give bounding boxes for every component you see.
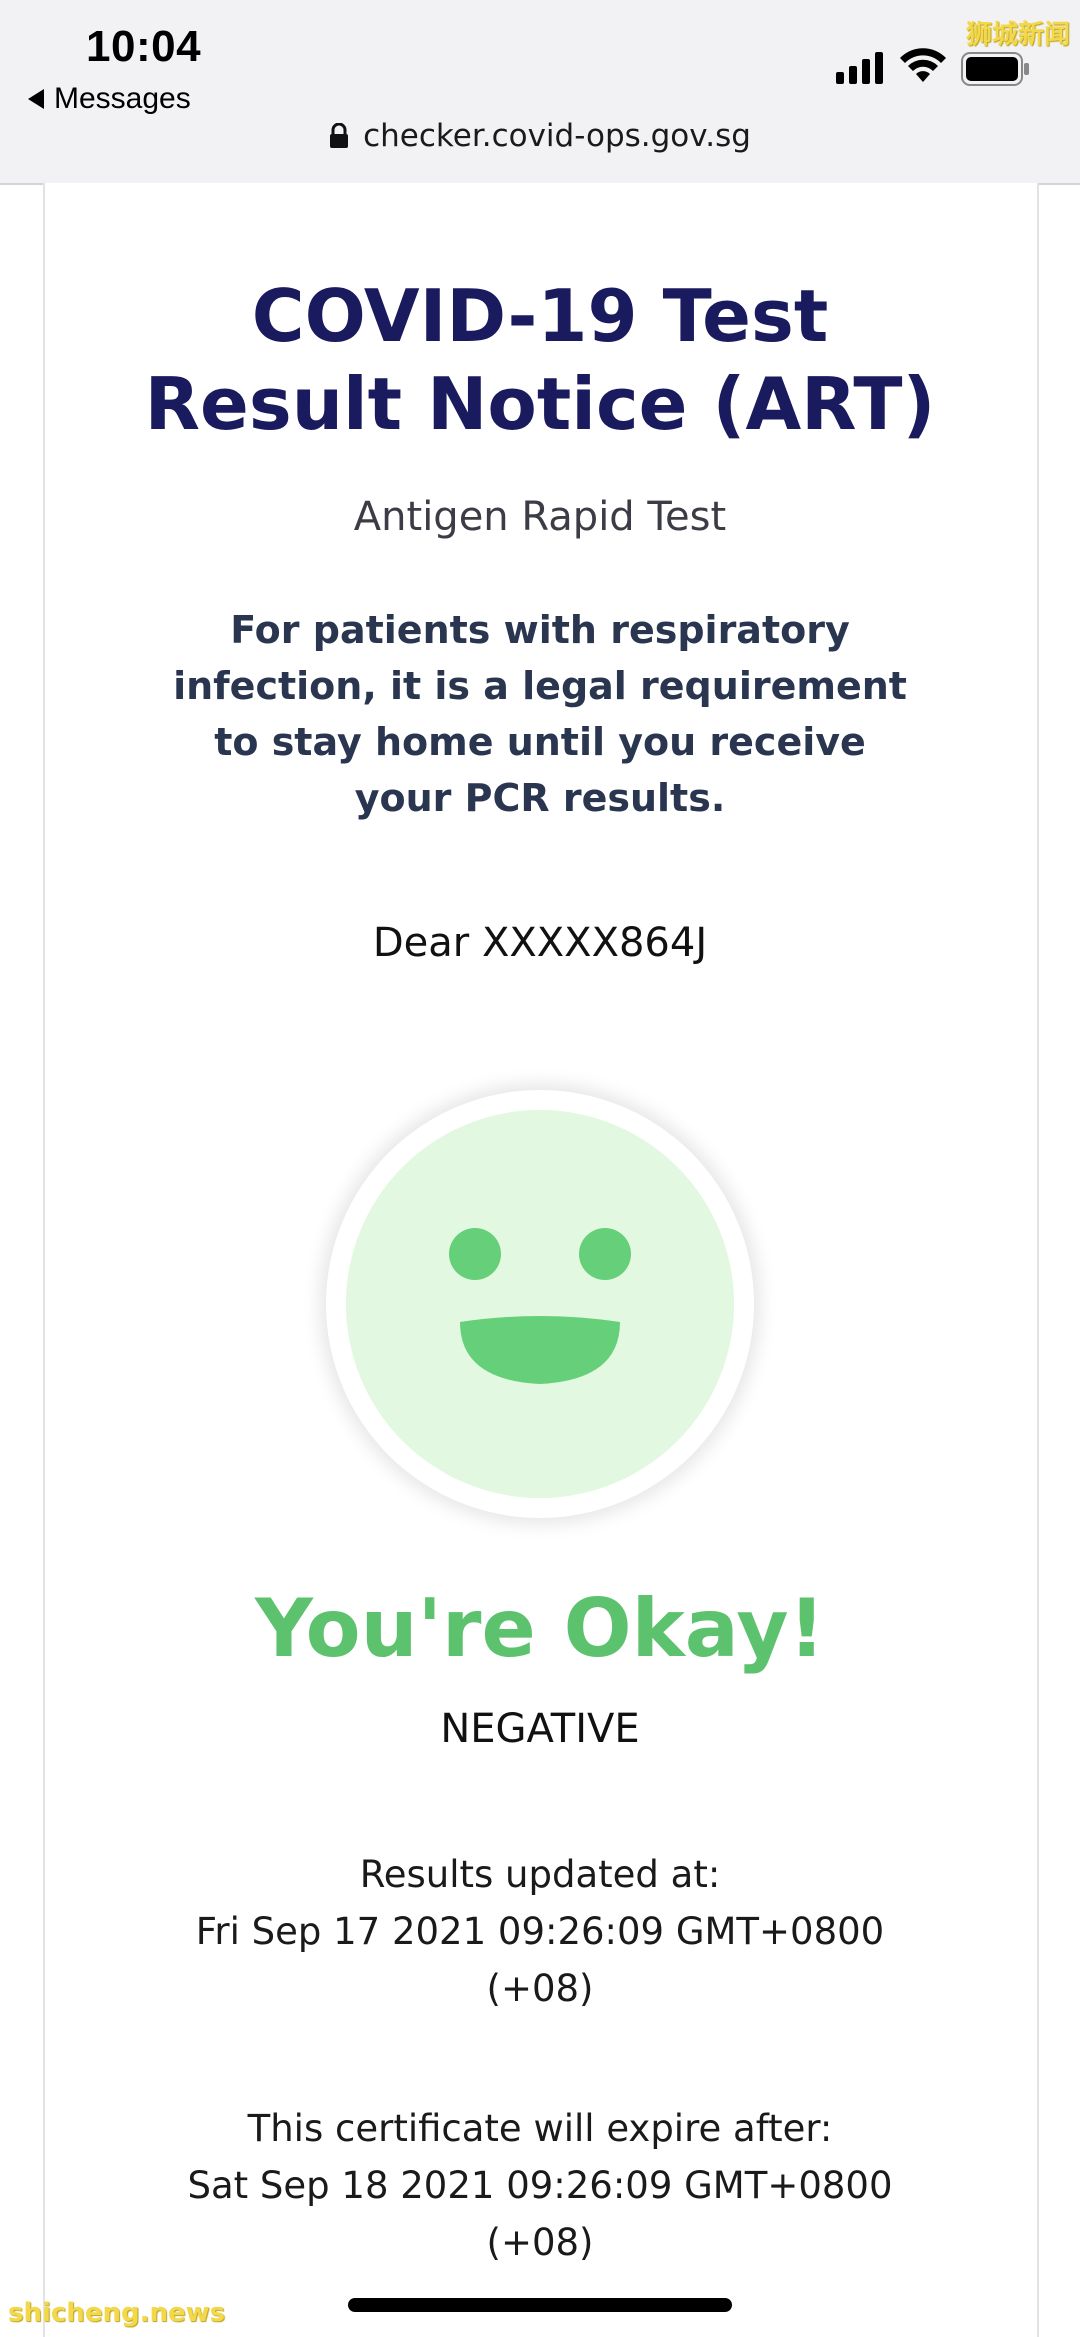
expiry-value: Sat Sep 18 2021 09:26:09 GMT+0800 <box>187 2164 893 2207</box>
wifi-icon <box>900 48 946 82</box>
address-bar[interactable]: checker.covid-ops.gov.sg <box>0 118 1080 154</box>
home-indicator[interactable] <box>348 2298 732 2312</box>
page-title: COVID-19 Test Result Notice (ART) <box>0 272 1080 448</box>
page-title-line2: Result Notice (ART) <box>144 362 936 446</box>
results-updated-block: Results updated at: Fri Sep 17 2021 09:2… <box>0 1846 1080 2017</box>
url-text: checker.covid-ops.gov.sg <box>363 118 751 154</box>
expiry-label: This certificate will expire after: <box>247 2107 833 2150</box>
result-headline: You're Okay! <box>255 1582 825 1675</box>
page-title-line1: COVID-19 Test <box>251 274 829 358</box>
watermark-bottom: shicheng.news <box>8 2298 226 2328</box>
battery-icon <box>961 52 1029 86</box>
back-to-messages-button[interactable]: Messages <box>28 82 191 116</box>
browser-top-bar: 10:04 Messages checker.covid-ops.gov.sg … <box>0 0 1080 185</box>
back-label: Messages <box>54 82 191 115</box>
expiry-timezone: (+08) <box>486 2221 594 2264</box>
legal-notice: For patients with respiratory infection,… <box>173 608 907 820</box>
watermark-top: 狮城新闻 <box>965 20 1070 50</box>
updated-value: Fri Sep 17 2021 09:26:09 GMT+0800 <box>195 1910 885 1953</box>
result-status: NEGATIVE <box>440 1706 640 1752</box>
back-arrow-icon <box>28 89 44 109</box>
updated-timezone: (+08) <box>486 1967 594 2010</box>
cellular-signal-icon <box>836 52 883 84</box>
greeting: Dear XXXXX864J <box>372 920 708 966</box>
smiley-face-icon <box>346 1110 734 1498</box>
lock-icon <box>330 123 349 148</box>
status-time: 10:04 <box>86 22 202 71</box>
certificate-expiry-block: This certificate will expire after: Sat … <box>0 2100 1080 2271</box>
test-type-subtitle: Antigen Rapid Test <box>353 494 727 540</box>
updated-label: Results updated at: <box>359 1853 721 1896</box>
